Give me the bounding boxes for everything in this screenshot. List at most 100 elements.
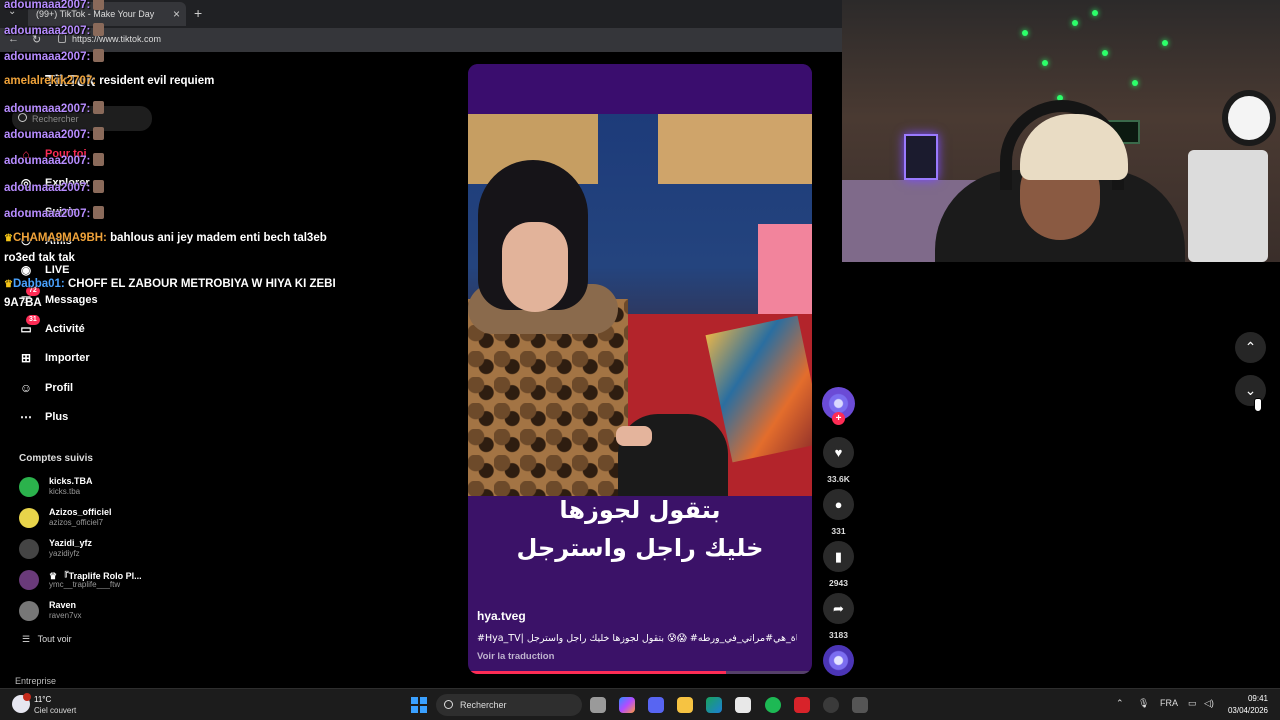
obs-icon[interactable] xyxy=(823,697,839,713)
nav-item-profile[interactable]: ☺ Profil xyxy=(18,378,73,398)
task-view-icon[interactable] xyxy=(590,697,606,713)
chat-message: adoumaaa2007: xyxy=(4,153,105,167)
like-button[interactable]: ♥ xyxy=(823,437,854,468)
chat-user: amelalrekik2707: xyxy=(4,75,97,87)
language-indicator[interactable]: FRA xyxy=(1160,698,1178,708)
video-frame xyxy=(468,114,812,496)
start-button[interactable] xyxy=(411,697,427,713)
crown-icon: ♛ xyxy=(4,279,13,290)
chevron-up-icon: ⌃ xyxy=(1244,339,1257,355)
mouse-cursor xyxy=(1254,398,1262,412)
spotify-icon[interactable] xyxy=(765,697,781,713)
edge-icon[interactable] xyxy=(706,697,722,713)
clock-date[interactable]: 03/04/2026 xyxy=(1222,706,1268,715)
webcam-mini-fridge xyxy=(1188,150,1268,262)
comment-button[interactable]: ● xyxy=(823,489,854,520)
save-button[interactable]: ▮ xyxy=(823,541,854,572)
avatar xyxy=(19,477,39,497)
chat-message: 9A7BA xyxy=(4,297,42,309)
nav-label: LIVE xyxy=(45,264,70,276)
nav-label: Plus xyxy=(45,411,69,423)
windows-taskbar: 11°C Ciel couvert Rechercher ⌃ 🎙 FRA ▭ ◁… xyxy=(0,688,1280,720)
account-handle: azizos_officiel7 xyxy=(49,518,104,527)
live-icon: ◉ xyxy=(20,263,32,277)
microphone-icon[interactable]: 🎙 xyxy=(1138,698,1149,709)
chat-text: ro3ed tak tak xyxy=(4,252,75,264)
chat-user: adoumaaa2007: xyxy=(4,182,91,194)
following-account[interactable]: ♛ 『Traplife Rolo Pl... ymc__traplife___f… xyxy=(19,568,159,592)
following-account[interactable]: Raven raven7vx xyxy=(19,599,159,623)
avatar xyxy=(19,570,39,590)
store-icon[interactable] xyxy=(735,697,751,713)
discord-icon[interactable] xyxy=(648,697,664,713)
enterprise-link[interactable]: Entreprise xyxy=(15,676,56,686)
chat-emote xyxy=(93,0,105,10)
previous-video-button[interactable]: ⌃ xyxy=(1235,332,1266,363)
following-account[interactable]: Yazidi_yfz yazidiyfz xyxy=(19,537,159,561)
chat-message: adoumaaa2007: xyxy=(4,206,105,220)
chat-user: CHAMA9MA9BH: xyxy=(12,232,107,244)
nav-label: Profil xyxy=(45,382,74,394)
video-player[interactable]: بتقول لجوزها خليك راجل واسترجل hya.tveg … xyxy=(468,64,812,674)
nav-item-activity[interactable]: ▭ 31 Activité xyxy=(18,315,85,339)
tab-close-icon[interactable]: × xyxy=(173,7,180,21)
taskbar-search[interactable]: Rechercher xyxy=(436,694,582,716)
follow-button[interactable]: + xyxy=(832,412,845,425)
volume-icon[interactable]: ◁) xyxy=(1204,698,1214,709)
led-light xyxy=(1092,10,1098,16)
share-icon: ➦ xyxy=(833,600,844,616)
new-tab-icon[interactable]: + xyxy=(194,5,202,21)
see-all-label: Tout voir xyxy=(37,634,72,644)
nav-item-upload[interactable]: ⊞ Importer xyxy=(18,348,90,368)
app-icon[interactable] xyxy=(852,697,868,713)
chat-message: ro3ed tak tak xyxy=(4,252,75,264)
video-subtitle-line1: بتقول لجوزها xyxy=(559,496,721,524)
clock-time[interactable]: 09:41 xyxy=(1222,694,1268,703)
network-icon[interactable]: ▭ xyxy=(1188,698,1197,709)
browser-tab-bar: ⌄ (99+) TikTok - Make Your Day × + xyxy=(0,0,842,28)
account-handle: ymc__traplife___ftw xyxy=(49,580,121,589)
music-disc-icon[interactable] xyxy=(823,645,854,676)
comment-icon: ● xyxy=(834,497,843,512)
account-handle: kicks.tba xyxy=(49,487,81,496)
chat-user: adoumaaa2007: xyxy=(4,25,91,37)
chat-text: 9A7BA xyxy=(4,297,42,309)
following-account[interactable]: kicks.TBA kicks.tba xyxy=(19,475,159,499)
avatar xyxy=(19,601,39,621)
video-progress-fill xyxy=(468,671,726,674)
video-author[interactable]: hya.tveg xyxy=(477,609,526,623)
led-light xyxy=(1022,30,1028,36)
chat-emote xyxy=(93,49,105,62)
scene-face xyxy=(502,222,568,312)
search-placeholder: Rechercher xyxy=(32,113,79,124)
address-bar: ← ↻ https://www.tiktok.com xyxy=(0,28,842,52)
account-handle: raven7vx xyxy=(49,611,82,620)
bookmark-icon: ▮ xyxy=(834,548,843,564)
nav-item-more[interactable]: ⋯ Plus xyxy=(18,407,68,427)
acrobat-icon[interactable] xyxy=(794,697,810,713)
share-button[interactable]: ➦ xyxy=(823,593,854,624)
chat-emote xyxy=(93,101,105,114)
chat-emote xyxy=(93,153,105,166)
see-all-link[interactable]: ☰ Tout voir xyxy=(22,634,72,645)
weather-condition[interactable]: Ciel couvert xyxy=(34,706,76,715)
chat-emote xyxy=(93,180,105,193)
video-progress-bar[interactable] xyxy=(468,671,812,674)
tray-overflow-icon[interactable]: ⌃ xyxy=(1116,698,1124,709)
file-explorer-icon[interactable] xyxy=(677,697,693,713)
search-icon xyxy=(444,700,453,709)
chat-text: bahlous ani jey madem enti bech tal3eb xyxy=(110,232,327,244)
chat-user: adoumaaa2007: xyxy=(4,0,91,11)
scene-wall xyxy=(658,114,812,184)
led-light xyxy=(1072,20,1078,26)
nav-label: Activité xyxy=(45,323,85,335)
copilot-icon[interactable] xyxy=(619,697,635,713)
following-account[interactable]: Azizos_officiel azizos_officiel7 xyxy=(19,506,159,530)
chat-text: CHOFF EL ZABOUR METROBIYA W HIYA KI ZEBI xyxy=(67,278,336,290)
chat-user: adoumaaa2007: xyxy=(4,103,91,115)
see-translation-link[interactable]: Voir la traduction xyxy=(477,651,554,662)
account-name: Yazidi_yfz xyxy=(49,538,93,548)
scene-hands xyxy=(616,426,652,446)
weather-temperature[interactable]: 11°C xyxy=(34,695,51,704)
led-light xyxy=(1102,50,1108,56)
